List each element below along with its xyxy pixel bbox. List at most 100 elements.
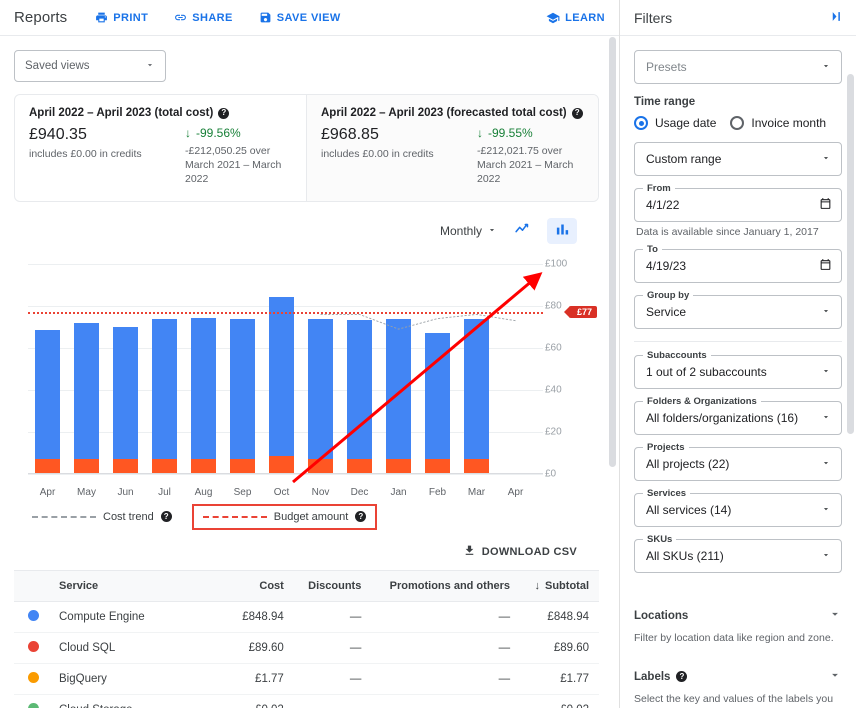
calendar-icon[interactable] [819,197,832,213]
projects-label: Projects [643,442,689,453]
x-axis-tick-label: Jun [106,487,145,498]
granularity-label: Monthly [440,224,482,238]
subaccounts-value: 1 out of 2 subaccounts [646,365,767,379]
help-icon[interactable]: ? [355,511,366,522]
table-row[interactable]: Compute Engine£848.94——£848.94 [14,601,599,632]
total-cost-delta: ↓ -99.56% [185,126,292,140]
share-button[interactable]: SHARE [174,11,233,24]
service-color-dot [28,610,39,621]
skus-value: All SKUs (211) [646,549,724,563]
download-csv-button[interactable]: DOWNLOAD CSV [463,544,577,560]
projects-select[interactable]: Projects All projects (22) [634,447,842,481]
chevron-down-icon [821,152,831,166]
chevron-down-icon[interactable] [828,607,842,624]
cost-trend-line [28,264,535,474]
help-icon[interactable]: ? [161,511,172,522]
cost-cell: £848.94 [229,601,294,632]
chevron-down-icon [821,411,831,425]
subaccounts-select[interactable]: Subaccounts 1 out of 2 subaccounts [634,355,842,389]
services-table-head: Service Cost Discounts Promotions and ot… [14,570,599,601]
line-chart-icon [514,221,531,241]
service-color-dot [28,703,39,708]
legend-cost-trend[interactable]: Cost trend ? [32,511,172,523]
line-chart-toggle[interactable] [507,218,537,244]
labels-section-header[interactable]: Labels ? [634,668,842,685]
filters-title: Filters [634,10,672,26]
forecast-cost-credits: includes £0.00 in credits [321,148,471,160]
promotions-col-header[interactable]: Promotions and others [371,570,520,601]
granularity-select[interactable]: Monthly [440,224,497,238]
total-cost-amount: £940.35 [29,126,179,144]
chevron-down-icon [821,365,831,379]
range-type-select[interactable]: Custom range [634,142,842,176]
scrollbar-thumb[interactable] [847,74,854,434]
promotions-cell: — [371,632,520,663]
chart-x-axis [28,473,543,474]
cost-trend-polyline [321,314,516,329]
filters-header: Filters [620,0,856,36]
subtotal-col-header[interactable]: ↓Subtotal [520,570,599,601]
forecast-cost-delta: ↓ -99.55% [477,126,584,140]
labels-description: Select the key and values of the labels … [634,692,842,708]
service-color-cell [14,663,49,694]
bar-chart-toggle[interactable] [547,218,577,244]
help-icon[interactable]: ? [572,108,583,119]
collapse-panel-button[interactable] [829,9,844,27]
save-view-label: SAVE VIEW [277,12,341,24]
table-row[interactable]: Cloud SQL£89.60——£89.60 [14,632,599,663]
service-name-cell: Compute Engine [49,601,229,632]
chevron-down-icon [487,224,497,238]
subtotal-cell: £89.60 [520,632,599,663]
summary-cards: April 2022 – April 2023 (total cost) ? £… [14,94,599,202]
radio-usage-date[interactable]: Usage date [634,116,716,130]
services-select[interactable]: Services All services (14) [634,493,842,527]
x-axis-tick-label: Dec [340,487,379,498]
chevron-down-icon [821,457,831,471]
discounts-col-header[interactable]: Discounts [294,570,372,601]
service-col-header[interactable]: Service [49,570,229,601]
x-axis-tick-label: Aug [184,487,223,498]
service-name-cell: Cloud SQL [49,632,229,663]
spacer [634,585,842,603]
from-date-field[interactable]: From 4/1/22 [634,188,842,222]
radio-invoice-month[interactable]: Invoice month [730,116,826,130]
locations-section-header[interactable]: Locations [634,607,842,624]
bar-chart-icon [555,222,570,240]
spacer [634,646,842,664]
to-date-value: 4/19/23 [646,259,686,273]
presets-select[interactable]: Presets [634,50,842,84]
cost-col-header[interactable]: Cost [229,570,294,601]
chart-legend: Cost trend ? Budget amount ? [14,504,599,530]
filters-body: Presets Time range Usage date Invoice mo… [620,36,856,708]
x-axis-tick-label: Nov [301,487,340,498]
learn-button[interactable]: LEARN [546,11,605,25]
legend-budget-amount[interactable]: Budget amount ? [192,504,378,530]
calendar-icon[interactable] [819,258,832,274]
save-view-button[interactable]: SAVE VIEW [259,11,341,24]
forecast-cost-card-title: April 2022 – April 2023 (forecasted tota… [321,107,584,119]
table-row[interactable]: Cloud Storage£0.02——£0.02 [14,694,599,708]
folders-organizations-value: All folders/organizations (16) [646,411,798,425]
folders-organizations-select[interactable]: Folders & Organizations All folders/orga… [634,401,842,435]
main-scrollbar[interactable] [608,37,617,706]
group-by-select[interactable]: Group by Service [634,295,842,329]
chevron-down-icon[interactable] [828,668,842,685]
folders-organizations-label: Folders & Organizations [643,396,761,407]
print-button[interactable]: PRINT [95,11,148,24]
collapse-right-icon [829,12,844,27]
forecast-cost-card: April 2022 – April 2023 (forecasted tota… [306,95,598,201]
from-date-value: 4/1/22 [646,198,679,212]
subtotal-cell: £0.02 [520,694,599,708]
to-date-field[interactable]: To 4/19/23 [634,249,842,283]
help-icon[interactable]: ? [218,108,229,119]
scrollbar-thumb[interactable] [609,37,616,467]
skus-select[interactable]: SKUs All SKUs (211) [634,539,842,573]
service-name-cell: BigQuery [49,663,229,694]
table-row[interactable]: BigQuery£1.77——£1.77 [14,663,599,694]
help-icon[interactable]: ? [676,671,687,682]
saved-views-select[interactable]: Saved views [14,50,166,82]
y-axis-tick-label: £20 [545,426,593,437]
filters-divider [634,341,842,342]
cost-cell: £89.60 [229,632,294,663]
filters-scrollbar[interactable] [847,74,855,707]
